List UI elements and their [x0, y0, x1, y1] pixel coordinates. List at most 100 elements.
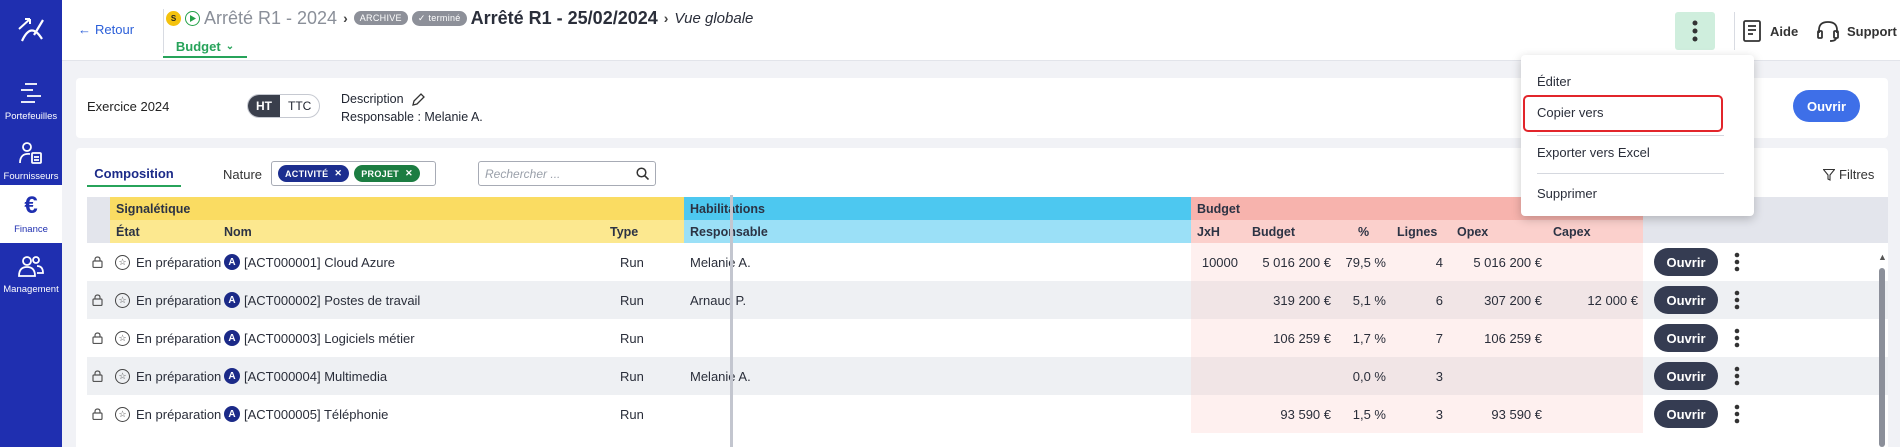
- lock-icon[interactable]: [92, 357, 106, 395]
- breadcrumb-arrete-date[interactable]: Arrêté R1 - 25/02/2024: [471, 8, 658, 29]
- menu-item-editer[interactable]: Éditer: [1537, 74, 1571, 89]
- breadcrumb-arrete[interactable]: Arrêté R1 - 2024: [204, 8, 337, 29]
- sidebar-item-portefeuilles[interactable]: Portefeuilles: [0, 72, 62, 130]
- pinned-column-divider: [730, 195, 733, 447]
- cell-type: Run: [620, 330, 644, 346]
- people-icon: [18, 253, 44, 279]
- table-row[interactable]: ☆ En préparation A [ACT000005] Téléphonie Ru…: [87, 395, 1888, 433]
- table-row[interactable]: ☆ En préparation A [ACT000001] Cloud Azure R…: [87, 243, 1888, 281]
- col-pct[interactable]: %: [1336, 220, 1391, 243]
- ht-ttc-toggle[interactable]: HT TTC: [247, 94, 321, 118]
- filters-button[interactable]: Filtres: [1823, 167, 1874, 182]
- arrow-left-icon: ←: [78, 22, 91, 37]
- scrollbar-thumb[interactable]: [1879, 268, 1885, 447]
- row-kebab-icon[interactable]: [1734, 319, 1746, 357]
- row-open-button[interactable]: Ouvrir: [1654, 286, 1718, 314]
- cell-responsable: [690, 319, 930, 357]
- sidebar-item-fournisseurs[interactable]: Fournisseurs: [0, 132, 62, 190]
- row-open-button[interactable]: Ouvrir: [1654, 400, 1718, 428]
- row-kebab-icon[interactable]: [1734, 357, 1746, 395]
- support-button[interactable]: Support: [1816, 12, 1897, 50]
- responsable-label: Responsable : Melanie A.: [341, 110, 483, 124]
- cell-etat: ☆ En préparation: [115, 357, 223, 395]
- col-capex[interactable]: Capex: [1547, 220, 1643, 243]
- menu-item-supprimer[interactable]: Supprimer: [1537, 186, 1597, 201]
- ht-option[interactable]: HT: [248, 95, 280, 117]
- col-etat[interactable]: État: [110, 220, 218, 243]
- scroll-up-icon[interactable]: ▲: [1878, 252, 1887, 262]
- menu-item-copier-vers[interactable]: Copier vers: [1537, 105, 1603, 120]
- nature-filter[interactable]: ACTIVITÉ ✕ PROJET ✕: [271, 161, 436, 186]
- cell-capex: [1547, 357, 1638, 395]
- lock-icon[interactable]: [92, 395, 106, 433]
- table-row[interactable]: ☆ En préparation A [ACT000004] Multimedia Ru…: [87, 357, 1888, 395]
- tab-composition[interactable]: Composition: [87, 161, 181, 187]
- back-link[interactable]: ← Retour: [78, 22, 134, 37]
- euro-icon: €: [24, 192, 38, 219]
- cell-nom[interactable]: A [ACT000002] Postes de travail: [224, 281, 604, 319]
- table-row[interactable]: ☆ En préparation A [ACT000002] Postes de tr…: [87, 281, 1888, 319]
- status-star-icon: ☆: [115, 292, 130, 308]
- cell-pct: 5,1 %: [1352, 292, 1386, 308]
- ttc-option[interactable]: TTC: [280, 95, 319, 117]
- cell-nom[interactable]: A [ACT000004] Multimedia: [224, 357, 604, 395]
- archive-badge: ARCHIVE: [353, 11, 408, 25]
- row-open-button[interactable]: Ouvrir: [1654, 248, 1718, 276]
- col-type[interactable]: Type: [604, 220, 684, 243]
- sidebar-item-management[interactable]: Management: [0, 245, 62, 303]
- row-kebab-icon[interactable]: [1734, 281, 1746, 319]
- cell-nom[interactable]: A [ACT000005] Téléphonie: [224, 395, 604, 433]
- chip-projet[interactable]: PROJET ✕: [354, 165, 420, 182]
- col-opex[interactable]: Opex: [1451, 220, 1547, 243]
- close-icon[interactable]: ✕: [405, 168, 413, 179]
- activity-type-icon: A: [224, 254, 240, 270]
- cell-lignes: 3: [1435, 406, 1443, 422]
- app-logo[interactable]: [0, 0, 62, 60]
- help-button[interactable]: Aide: [1742, 12, 1798, 50]
- cell-nom[interactable]: A [ACT000001] Cloud Azure: [224, 243, 604, 281]
- pencil-icon[interactable]: [411, 92, 425, 106]
- menu-divider: [1537, 135, 1724, 136]
- table-row[interactable]: ☆ En préparation A [ACT000003] Logiciels mé…: [87, 319, 1888, 357]
- search-input[interactable]: Rechercher ...: [478, 161, 656, 186]
- cell-nom[interactable]: A [ACT000003] Logiciels métier: [224, 319, 604, 357]
- menu-item-exporter-excel[interactable]: Exporter vers Excel: [1537, 145, 1650, 160]
- row-actions: Ouvrir: [1654, 243, 1724, 281]
- cell-etat: ☆ En préparation: [115, 281, 223, 319]
- cell-pct: 1,5 %: [1352, 406, 1386, 422]
- cell-budget: 5 016 200 €: [1262, 254, 1331, 270]
- tab-budget[interactable]: Budget ⌄: [163, 36, 247, 58]
- row-actions: Ouvrir: [1654, 281, 1724, 319]
- group-signaletique: Signalétique: [110, 197, 604, 220]
- chip-activite[interactable]: ACTIVITÉ ✕: [278, 165, 350, 182]
- row-kebab-icon[interactable]: [1734, 395, 1746, 433]
- col-jxh[interactable]: JxH: [1191, 220, 1246, 243]
- lock-icon[interactable]: [92, 281, 106, 319]
- col-lignes[interactable]: Lignes: [1391, 220, 1451, 243]
- col-nom[interactable]: Nom: [218, 220, 604, 243]
- group-habilitations: Habilitations: [684, 197, 1191, 220]
- kebab-icon: [1692, 20, 1698, 42]
- lock-icon[interactable]: [92, 319, 106, 357]
- row-open-button[interactable]: Ouvrir: [1654, 362, 1718, 390]
- open-button[interactable]: Ouvrir: [1793, 90, 1860, 122]
- col-budget[interactable]: Budget: [1246, 220, 1336, 243]
- more-actions-button[interactable]: [1675, 12, 1715, 50]
- col-lock: [87, 220, 110, 243]
- cell-type: Run: [620, 254, 644, 270]
- row-open-button[interactable]: Ouvrir: [1654, 324, 1718, 352]
- cell-capex: 12 000 €: [1587, 292, 1638, 308]
- lock-icon[interactable]: [92, 243, 106, 281]
- description-label: Description: [341, 92, 404, 106]
- row-kebab-icon[interactable]: [1734, 243, 1746, 281]
- actions-menu: Éditer Copier vers Exporter vers Excel S…: [1521, 55, 1754, 216]
- sidebar-item-finance[interactable]: € Finance: [0, 185, 62, 243]
- cell-etat: ☆ En préparation: [115, 319, 223, 357]
- portfolio-icon: [18, 80, 44, 106]
- col-responsable[interactable]: Responsable: [684, 220, 1191, 243]
- headset-icon: [1817, 21, 1839, 42]
- close-icon[interactable]: ✕: [334, 168, 342, 179]
- cell-jxh: [1191, 319, 1238, 357]
- status-star-icon: ☆: [115, 406, 130, 422]
- cell-type: Run: [620, 292, 644, 308]
